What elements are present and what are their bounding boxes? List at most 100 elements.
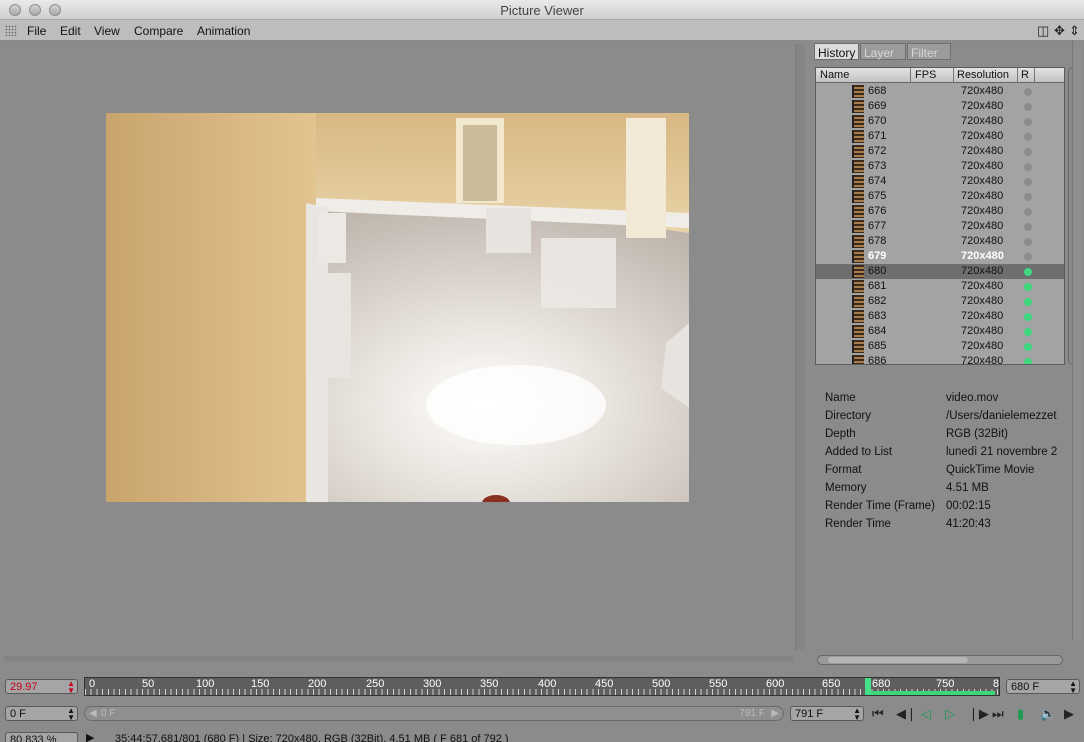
frame-thumbnail-icon bbox=[852, 250, 864, 263]
timeline-ruler[interactable]: 680 0 50 100 150 200 250 300 350 400 450 500 550 600… bbox=[84, 677, 1000, 696]
play-back-icon[interactable]: ◁ bbox=[921, 706, 931, 722]
panel-horizontal-scrollbar[interactable] bbox=[817, 655, 1063, 665]
rendered-frame-image bbox=[106, 113, 689, 502]
col-r[interactable]: R bbox=[1021, 69, 1029, 81]
layout-icon[interactable]: ◫ bbox=[1037, 23, 1049, 39]
list-item-name: 679 bbox=[868, 250, 887, 262]
list-item[interactable]: 668 720x480 bbox=[816, 84, 1064, 99]
list-item[interactable]: 686 720x480 bbox=[816, 354, 1064, 364]
list-item-name: 671 bbox=[868, 130, 887, 142]
last-frame-icon[interactable]: ⏭ bbox=[992, 706, 1004, 722]
list-item-name: 669 bbox=[868, 100, 887, 112]
frame-thumbnail-icon bbox=[852, 190, 864, 203]
list-item-resolution: 720x480 bbox=[961, 235, 1004, 247]
list-item[interactable]: 676 720x480 bbox=[816, 204, 1064, 219]
frame-thumbnail-icon bbox=[852, 325, 864, 338]
range-start-field[interactable]: 0 F ▲ ▼ bbox=[5, 706, 78, 722]
zoom-value: 80.833 % bbox=[10, 734, 57, 742]
list-item[interactable]: 671 720x480 bbox=[816, 129, 1064, 144]
list-item[interactable]: 682 720x480 bbox=[816, 294, 1064, 309]
frame-thumbnail-icon bbox=[852, 340, 864, 353]
history-list[interactable]: Name FPS Resolution R 668 720x480 669 720x4… bbox=[815, 67, 1065, 365]
col-name[interactable]: Name bbox=[820, 69, 849, 81]
loop-icon[interactable]: ▮ bbox=[1017, 706, 1024, 722]
info-key: Render Time (Frame) bbox=[825, 500, 935, 512]
range-right-arrow-icon[interactable]: ▶ bbox=[771, 708, 779, 719]
tab-history[interactable]: History bbox=[814, 43, 860, 60]
cached-frames-bar bbox=[865, 691, 995, 695]
list-item[interactable]: 684 720x480 bbox=[816, 324, 1064, 339]
list-item-resolution: 720x480 bbox=[961, 340, 1004, 352]
tick-label: 0 bbox=[89, 678, 96, 690]
range-left-arrow-icon[interactable]: ◀ bbox=[89, 708, 97, 719]
range-slider[interactable]: ◀ 0 F 791 F ▶ bbox=[84, 706, 784, 721]
list-item-name: 676 bbox=[868, 205, 887, 217]
menu-compare[interactable]: Compare bbox=[134, 24, 183, 38]
menu-animation[interactable]: Animation bbox=[197, 24, 250, 38]
next-key-icon[interactable]: ❘▶ bbox=[968, 706, 989, 722]
list-item[interactable]: 675 720x480 bbox=[816, 189, 1064, 204]
sound-icon[interactable]: 🔈 bbox=[1040, 706, 1056, 722]
frame-thumbnail-icon bbox=[852, 100, 864, 113]
list-item-resolution: 720x480 bbox=[961, 220, 1004, 232]
list-item[interactable]: 678 720x480 bbox=[816, 234, 1064, 249]
render-status-dot bbox=[1024, 193, 1032, 201]
timeline-cursor[interactable] bbox=[865, 678, 871, 695]
play-forward-icon[interactable]: ▷ bbox=[945, 706, 955, 722]
status-text: 35:44:57.681/801 (680 F) | Size: 720x480… bbox=[115, 733, 509, 742]
render-status-dot bbox=[1024, 358, 1032, 364]
info-row: Memory 4.51 MB bbox=[815, 480, 1070, 498]
info-row: Name video.mov bbox=[815, 390, 1070, 408]
move-icon[interactable]: ✥ bbox=[1054, 23, 1065, 39]
list-item-resolution: 720x480 bbox=[961, 130, 1004, 142]
range-end-field[interactable]: 791 F ▲ ▼ bbox=[790, 706, 864, 722]
list-item[interactable]: 685 720x480 bbox=[816, 339, 1064, 354]
list-item-name: 675 bbox=[868, 190, 887, 202]
current-frame-field[interactable]: 680 F ▲ ▼ bbox=[1006, 679, 1080, 695]
grip-icon[interactable] bbox=[5, 25, 17, 36]
list-item[interactable]: 673 720x480 bbox=[816, 159, 1064, 174]
list-item-name: 683 bbox=[868, 310, 887, 322]
range-inner-start: 0 F bbox=[101, 708, 116, 719]
tick-label: 350 bbox=[480, 678, 499, 690]
fps-field[interactable]: 29.97 ▲ ▼ bbox=[5, 679, 78, 695]
list-item[interactable]: 680 720x480 bbox=[816, 264, 1064, 279]
more-icon[interactable]: ▶ bbox=[1064, 706, 1074, 722]
right-edge-scrollbar[interactable] bbox=[1072, 41, 1082, 641]
col-fps[interactable]: FPS bbox=[915, 69, 936, 81]
menu-file[interactable]: File bbox=[27, 24, 46, 38]
menu-view[interactable]: View bbox=[94, 24, 120, 38]
range-inner-end: 791 F bbox=[739, 708, 765, 719]
frame-thumbnail-icon bbox=[852, 175, 864, 188]
list-item[interactable]: 674 720x480 bbox=[816, 174, 1064, 189]
menu-edit[interactable]: Edit bbox=[60, 24, 81, 38]
first-frame-icon[interactable]: ⏮ bbox=[872, 706, 884, 722]
list-item[interactable]: 670 720x480 bbox=[816, 114, 1064, 129]
list-item[interactable]: 669 720x480 bbox=[816, 99, 1064, 114]
list-item[interactable]: 683 720x480 bbox=[816, 309, 1064, 324]
info-key: Added to List bbox=[825, 446, 893, 458]
col-resolution[interactable]: Resolution bbox=[957, 69, 1009, 81]
tab-filter[interactable]: Filter bbox=[907, 43, 951, 60]
list-item[interactable]: 677 720x480 bbox=[816, 219, 1064, 234]
list-item[interactable]: 679 720x480 bbox=[816, 249, 1064, 264]
frame-thumbnail-icon bbox=[852, 280, 864, 293]
list-item-resolution: 720x480 bbox=[961, 100, 1004, 112]
prev-key-icon[interactable]: ◀❘ bbox=[896, 706, 917, 722]
frame-thumbnail-icon bbox=[852, 160, 864, 173]
tick-label: 650 bbox=[822, 678, 841, 690]
status-arrow-icon[interactable]: ▶ bbox=[86, 731, 94, 742]
list-item[interactable]: 672 720x480 bbox=[816, 144, 1064, 159]
info-value: /Users/danielemezzet bbox=[946, 410, 1057, 422]
frame-thumbnail-icon bbox=[852, 265, 864, 278]
list-item-name: 668 bbox=[868, 85, 887, 97]
frame-thumbnail-icon bbox=[852, 115, 864, 128]
info-key: Name bbox=[825, 392, 856, 404]
zoom-field[interactable]: 80.833 % bbox=[5, 732, 78, 742]
viewer-horizontal-scrollbar[interactable] bbox=[4, 656, 794, 662]
tab-layer[interactable]: Layer bbox=[860, 43, 906, 60]
list-item-name: 677 bbox=[868, 220, 887, 232]
arrows-icon[interactable]: ⇕ bbox=[1069, 23, 1080, 39]
viewer-scrollbar[interactable] bbox=[795, 44, 805, 650]
list-item[interactable]: 681 720x480 bbox=[816, 279, 1064, 294]
